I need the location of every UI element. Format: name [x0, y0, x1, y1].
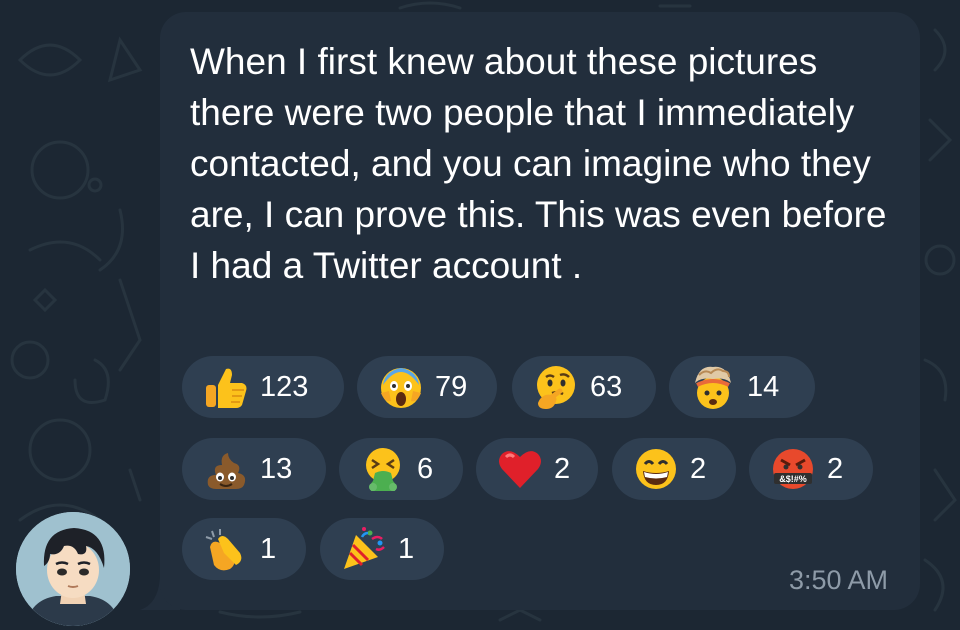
message-timestamp: 3:50 AM: [788, 565, 888, 595]
reaction-count: 123: [260, 370, 309, 403]
reaction-thinking-face[interactable]: 63: [512, 356, 656, 418]
reaction-pile-of-poo[interactable]: 13: [182, 438, 326, 500]
reaction-thumbs-up[interactable]: 123: [182, 356, 344, 418]
screaming-face-icon: [377, 363, 425, 411]
party-popper-icon: [340, 525, 388, 573]
reaction-party-popper[interactable]: 1: [320, 518, 444, 580]
cursing-face-icon: &$!#%: [769, 445, 817, 493]
reaction-count: 79: [435, 370, 468, 403]
exploding-head-icon: [689, 363, 737, 411]
pile-of-poo-icon: [202, 445, 250, 493]
reaction-count: 63: [590, 370, 623, 403]
reaction-count: 1: [260, 532, 277, 565]
cursing-symbols-text: &$!#%: [779, 474, 807, 484]
reaction-count: 2: [827, 452, 844, 485]
thumbs-up-icon: [202, 363, 250, 411]
message-text: When I first knew about these pictures t…: [190, 41, 887, 286]
reaction-exploding-head[interactable]: 14: [669, 356, 815, 418]
reaction-count: 6: [417, 452, 434, 485]
reaction-vomiting-face[interactable]: 6: [339, 438, 463, 500]
reaction-count: 14: [747, 370, 780, 403]
clapping-hands-icon: [202, 525, 250, 573]
grinning-face-icon: [632, 445, 680, 493]
reaction-clapping-hands[interactable]: 1: [182, 518, 306, 580]
reaction-grinning-face[interactable]: 2: [612, 438, 736, 500]
reaction-screaming-face[interactable]: 79: [357, 356, 497, 418]
vomiting-face-icon: [359, 445, 407, 493]
reaction-cursing-face[interactable]: &$!#% 2: [749, 438, 873, 500]
reaction-red-heart[interactable]: 2: [476, 438, 598, 500]
user-avatar-icon: [16, 512, 130, 626]
reaction-count: 2: [554, 452, 571, 485]
reaction-count: 1: [398, 532, 415, 565]
red-heart-icon: [496, 445, 544, 493]
sender-avatar[interactable]: [16, 512, 130, 626]
reaction-count: 13: [260, 452, 293, 485]
reaction-count: 2: [690, 452, 707, 485]
thinking-face-icon: [532, 363, 580, 411]
